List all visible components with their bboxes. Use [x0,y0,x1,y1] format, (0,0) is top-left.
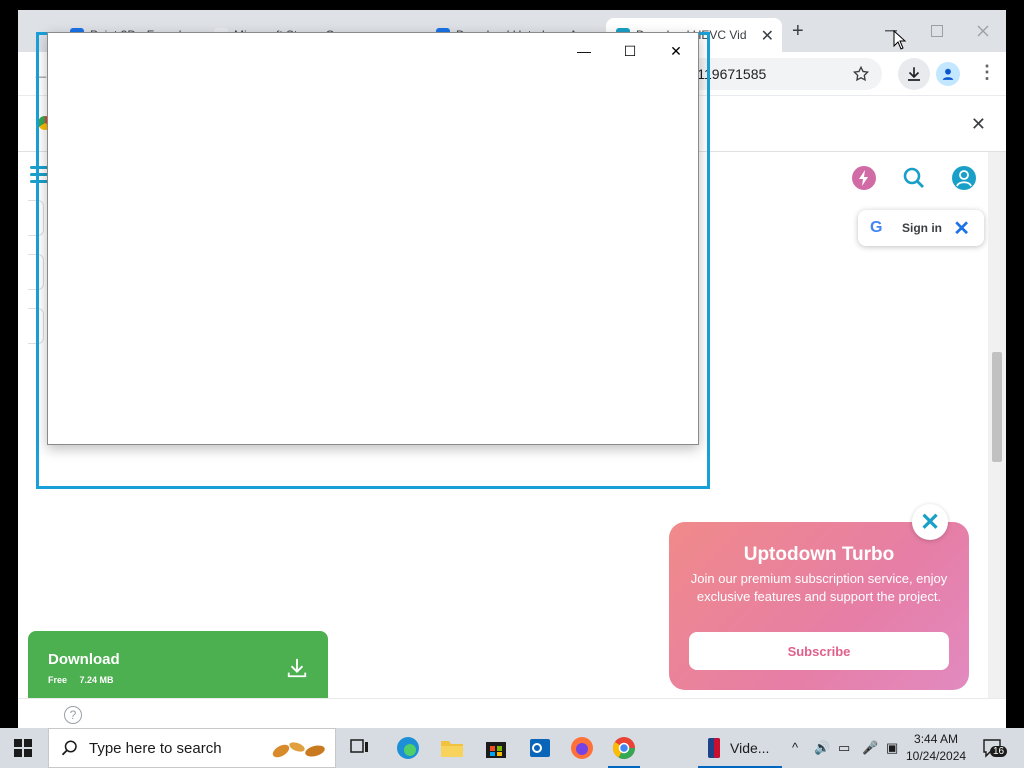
download-button[interactable]: Download Free 7.24 MB [28,631,328,707]
page-bottom-strip: ? [18,698,1006,728]
subscribe-button[interactable]: Subscribe [689,632,949,670]
maximize-icon [931,25,943,37]
turbo-title: Uptodown Turbo [743,544,895,565]
download-price: Free [48,675,68,685]
scroll-thumb[interactable] [992,352,1002,462]
dialog-maximize-button[interactable]: ☐ [610,39,650,63]
signin-label: Sign in [902,221,942,235]
notification-center-icon[interactable]: 16 [982,738,1008,763]
taskbar: Type here to search Vide... ^ 🔊 ▭ 🎤 ▣ 3:… [0,728,1024,768]
download-meta: Free 7.24 MB [48,675,114,685]
firefox-icon[interactable] [568,734,596,762]
page-scrollbar[interactable] [988,152,1006,708]
search-placeholder: Type here to search [89,739,222,757]
download-size: 7.24 MB [79,675,114,685]
file-explorer-icon[interactable] [438,734,466,762]
new-tab-button[interactable]: + [792,20,804,43]
infobar-close-button[interactable]: ✕ [971,114,986,135]
microphone-icon[interactable]: 🎤 [862,740,878,756]
signin-close-icon[interactable]: ✕ [953,216,970,241]
task-view-icon[interactable] [346,734,374,762]
clock-time: 3:44 AM [914,732,959,746]
google-signin-popup[interactable]: G Sign in ✕ [858,210,984,246]
dialog-close-button[interactable]: ✕ [656,39,696,63]
profile-avatar[interactable] [936,62,960,86]
turbo-bolt-icon[interactable] [850,164,878,192]
volume-icon[interactable]: 🔊 [814,740,830,756]
window-maximize-button[interactable] [914,18,960,44]
dialog-minimize-button[interactable]: — [564,39,604,63]
bookmark-star-icon[interactable] [852,65,870,83]
search-icon[interactable] [900,164,928,192]
google-icon: G [870,219,883,236]
close-icon [977,25,989,37]
notification-count: 16 [990,746,1008,757]
search-icon [61,740,77,756]
window-minimize-button[interactable] [868,18,914,44]
blank-dialog-window[interactable]: — ☐ ✕ [47,32,699,445]
outlook-icon[interactable] [526,734,554,762]
download-arrow-icon [287,658,307,678]
start-button[interactable] [0,728,46,768]
mouse-cursor-icon [893,30,907,50]
store-icon[interactable] [482,734,510,762]
meet-now-icon[interactable]: ▣ [886,740,898,756]
turbo-promo-card: Uptodown Turbo Join our premium subscrip… [669,522,969,690]
network-icon[interactable]: ▭ [838,740,850,756]
autumn-leaves-icon [272,742,325,758]
account-icon[interactable] [950,164,978,192]
windows-icon [14,739,32,757]
help-icon[interactable]: ? [64,706,82,724]
download-label: Download [48,651,120,668]
turbo-text: Join our premium subscription service, e… [690,571,948,604]
window-close-button[interactable] [960,18,1006,44]
download-icon [908,67,920,81]
taskbar-search[interactable]: Type here to search [48,728,336,768]
show-hidden-icons-chevron[interactable]: ^ [792,740,798,755]
clock[interactable]: 3:44 AM 10/24/2024 [906,731,966,765]
clock-date: 10/24/2024 [906,749,967,763]
chrome-icon[interactable] [610,734,638,762]
tab-close-icon[interactable]: ✕ [761,26,774,46]
turbo-close-icon[interactable]: ✕ [912,504,948,540]
edge-icon[interactable] [394,734,422,762]
menu-kebab-icon[interactable]: ⋮ [978,62,996,83]
nba-icon[interactable] [700,734,728,762]
taskbar-window-label[interactable]: Vide... [730,740,769,756]
desktop: Paint 3D - Free download and... Microsof… [0,0,1024,728]
downloads-button[interactable] [898,58,930,90]
user-icon [942,68,954,80]
